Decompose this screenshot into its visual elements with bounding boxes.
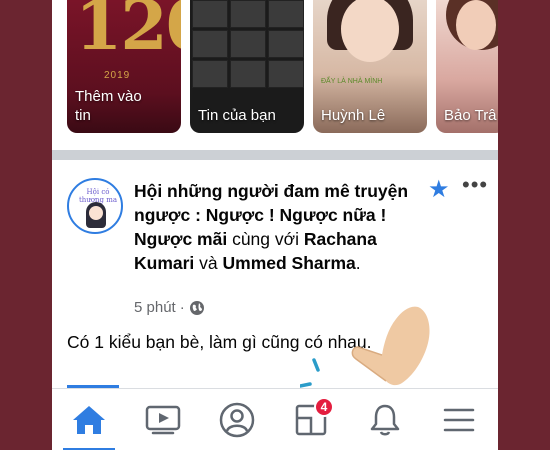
phone-screen: 120 2019 Thêm vào tin Tin của bạn ĐẤY LÀ… xyxy=(52,0,498,450)
home-icon xyxy=(73,406,105,434)
nav-menu[interactable] xyxy=(422,389,496,450)
header-text: . xyxy=(355,253,361,273)
story-label: Thêm vào tin xyxy=(75,88,142,124)
story-art-year: 2019 xyxy=(104,70,131,81)
favorite-star-icon[interactable]: ★ xyxy=(428,178,450,202)
post-time[interactable]: 5 phút xyxy=(134,299,176,316)
tagged-user-link[interactable]: Ummed Sharma xyxy=(223,253,356,273)
globe-icon xyxy=(189,300,204,315)
watch-icon xyxy=(145,405,181,435)
nav-watch[interactable] xyxy=(126,389,200,450)
story-add[interactable]: 120 2019 Thêm vào tin xyxy=(67,0,181,133)
group-avatar[interactable]: Hội có thương ma nữa xyxy=(67,178,123,234)
story-yours[interactable]: Tin của bạn xyxy=(190,0,304,133)
post-header-text[interactable]: Hội những người đam mê truyện ngược : Ng… xyxy=(134,179,424,275)
story-watermark: ĐẤY LÀ NHÀ MÌNH xyxy=(321,78,383,85)
section-divider xyxy=(52,150,498,160)
stories-row: 120 2019 Thêm vào tin Tin của bạn ĐẤY LÀ… xyxy=(52,0,498,150)
nav-pages[interactable]: 4 xyxy=(274,389,348,450)
story-label: Huỳnh Lê xyxy=(321,107,386,124)
post-next-line xyxy=(67,380,317,388)
bell-icon xyxy=(370,404,400,436)
story-label: Bảo Trâ xyxy=(444,107,497,124)
nav-home[interactable] xyxy=(52,389,126,450)
header-text: cùng với xyxy=(227,229,304,249)
more-options-icon[interactable]: ••• xyxy=(462,174,488,196)
menu-icon xyxy=(443,408,475,432)
story-bao-tram[interactable]: Bảo Trâ xyxy=(436,0,498,133)
nav-profile[interactable] xyxy=(200,389,274,450)
profile-icon xyxy=(219,402,255,438)
story-huynh-le[interactable]: ĐẤY LÀ NHÀ MÌNH Huỳnh Lê xyxy=(313,0,427,133)
notification-badge: 4 xyxy=(314,397,334,417)
bottom-nav: 4 xyxy=(52,388,498,450)
nav-notifications[interactable] xyxy=(348,389,422,450)
post-meta: 5 phút · xyxy=(134,299,205,316)
pointing-hand-overlay xyxy=(326,306,430,400)
header-text: và xyxy=(194,253,223,273)
story-art-number: 120 xyxy=(75,0,181,66)
story-label: Tin của bạn xyxy=(198,107,276,124)
